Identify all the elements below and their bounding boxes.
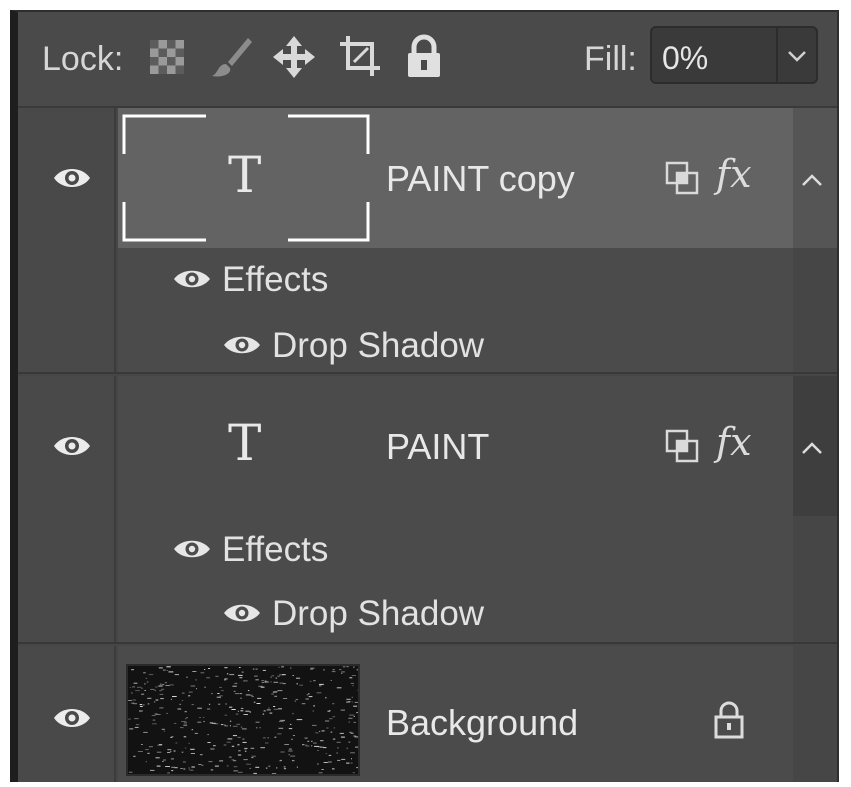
layer-paint[interactable]: T PAINT fx Effects Drop Shadow bbox=[18, 376, 837, 644]
background-thumbnail bbox=[126, 664, 360, 776]
eye-icon[interactable] bbox=[52, 432, 92, 460]
effects-label[interactable]: Effects bbox=[222, 530, 328, 570]
lock-all-icon[interactable] bbox=[402, 34, 446, 80]
text-layer-thumbnail: T bbox=[228, 414, 262, 472]
scroll-track bbox=[793, 516, 837, 644]
lock-bar: Lock: Fill: 0% bbox=[18, 12, 837, 108]
lock-image-pixels-icon[interactable] bbox=[210, 34, 254, 80]
fill-divider bbox=[776, 28, 778, 82]
layer-background[interactable]: Background bbox=[18, 646, 837, 782]
collapse-effects-icon[interactable] bbox=[799, 172, 825, 188]
drop-shadow-label[interactable]: Drop Shadow bbox=[272, 326, 484, 366]
effects-list: Effects Drop Shadow bbox=[118, 248, 793, 374]
scroll-track bbox=[793, 646, 837, 782]
eye-icon[interactable] bbox=[52, 164, 92, 192]
fx-icon[interactable]: fx bbox=[716, 152, 752, 196]
layer-row-selected[interactable]: T PAINT copy fx bbox=[118, 108, 793, 248]
effects-list: Effects Drop Shadow bbox=[118, 516, 793, 644]
drop-shadow-label[interactable]: Drop Shadow bbox=[272, 594, 484, 634]
scroll-track bbox=[793, 248, 837, 374]
visibility-column bbox=[18, 646, 116, 782]
layer-paint-copy[interactable]: T PAINT copy fx Effects Drop Shadow bbox=[18, 108, 837, 374]
fx-icon[interactable]: fx bbox=[716, 420, 752, 464]
effects-label[interactable]: Effects bbox=[222, 260, 328, 300]
effects-eye-icon[interactable] bbox=[172, 266, 212, 292]
lock-artboard-icon[interactable] bbox=[338, 34, 382, 80]
effects-eye-icon[interactable] bbox=[172, 536, 212, 562]
layer-name[interactable]: PAINT bbox=[386, 426, 489, 468]
lock-label: Lock: bbox=[42, 40, 124, 78]
collapse-effects-icon[interactable] bbox=[799, 440, 825, 456]
text-layer-thumbnail: T bbox=[228, 146, 262, 204]
drop-shadow-eye-icon[interactable] bbox=[222, 600, 262, 626]
layer-row[interactable]: T PAINT fx bbox=[118, 376, 793, 516]
lock-icon[interactable] bbox=[712, 700, 746, 740]
fill-label: Fill: bbox=[584, 40, 637, 78]
expand-column bbox=[793, 108, 837, 248]
visibility-column bbox=[18, 108, 116, 374]
lock-position-icon[interactable] bbox=[272, 34, 316, 80]
layer-name[interactable]: Background bbox=[386, 702, 578, 744]
layer-separator bbox=[18, 642, 837, 644]
linked-layers-icon bbox=[665, 161, 699, 195]
fill-value[interactable]: 0% bbox=[662, 40, 708, 77]
layer-separator bbox=[18, 372, 837, 374]
eye-icon[interactable] bbox=[52, 704, 92, 732]
linked-layers-icon bbox=[665, 429, 699, 463]
drop-shadow-eye-icon[interactable] bbox=[222, 332, 262, 358]
scroll-thumb[interactable] bbox=[793, 376, 837, 516]
lock-transparent-pixels-icon[interactable] bbox=[146, 34, 190, 80]
visibility-column bbox=[18, 376, 116, 644]
fill-input[interactable]: 0% bbox=[650, 26, 818, 84]
layers-panel: Lock: Fill: 0% T PAINT copy fx Effects D… bbox=[10, 10, 839, 782]
chevron-down-icon[interactable] bbox=[782, 44, 812, 68]
texture-image bbox=[128, 666, 358, 774]
layer-name[interactable]: PAINT copy bbox=[386, 158, 575, 200]
